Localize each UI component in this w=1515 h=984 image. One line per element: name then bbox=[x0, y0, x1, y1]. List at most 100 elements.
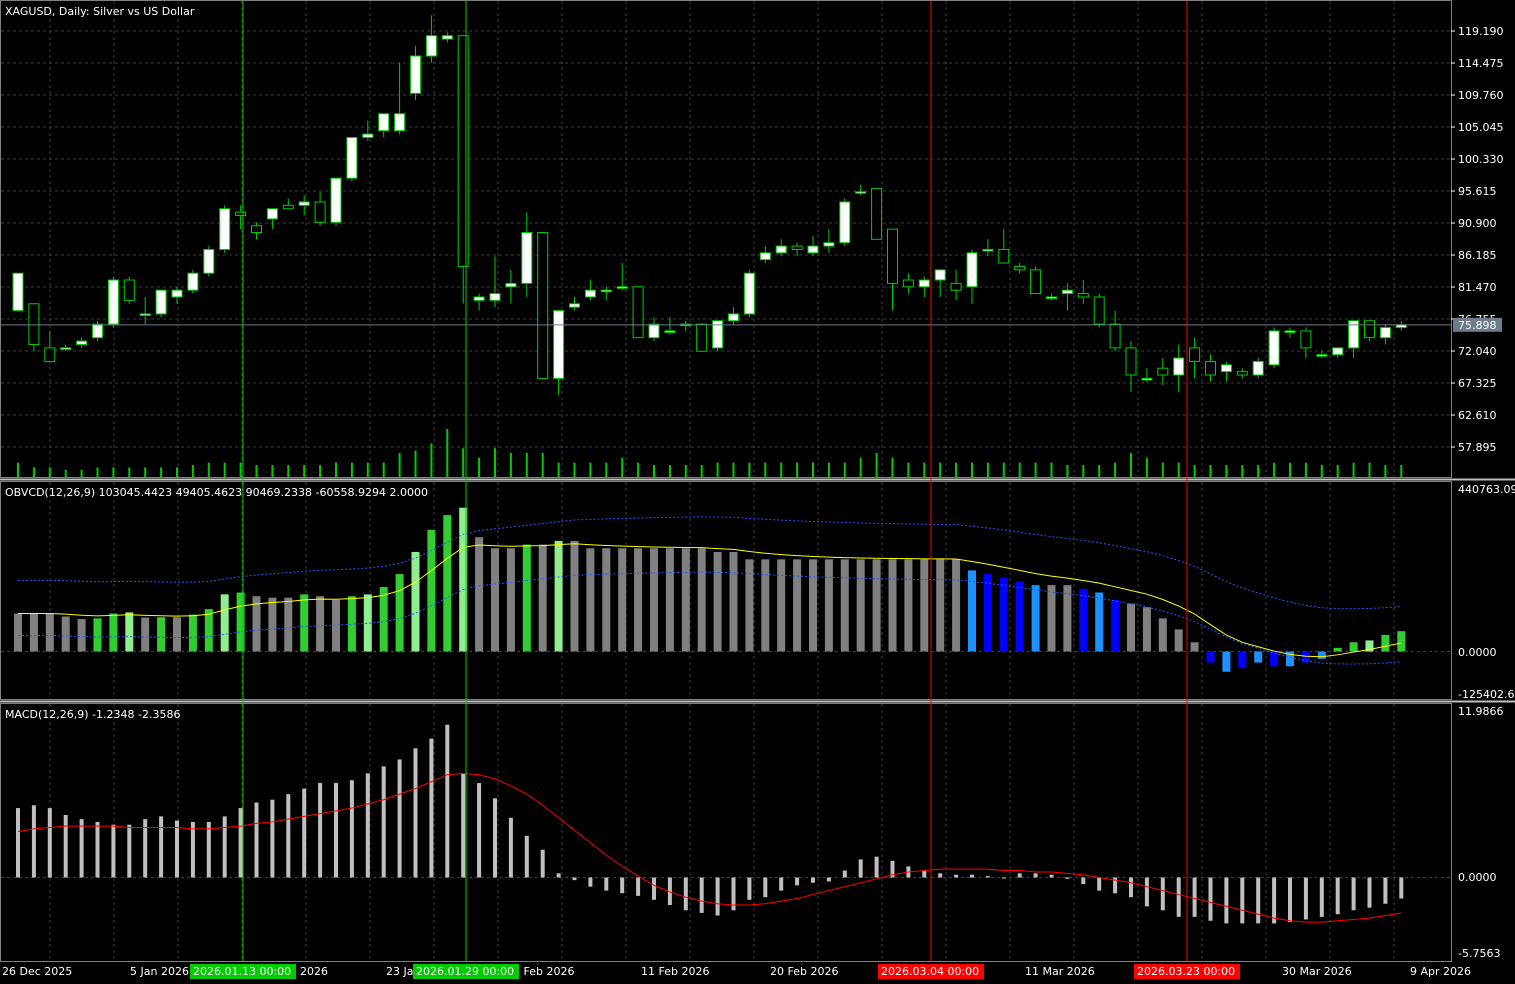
current-price-label: 75.898 bbox=[1458, 319, 1497, 332]
candle-body bbox=[632, 286, 644, 339]
price-tick-label: 95.615 bbox=[1458, 185, 1497, 198]
candle-body bbox=[410, 55, 421, 94]
macd-bar bbox=[461, 773, 466, 878]
macd-bar bbox=[588, 877, 593, 887]
candle-body bbox=[1189, 347, 1201, 362]
macd-bar bbox=[715, 877, 720, 916]
candle-body bbox=[775, 245, 787, 254]
obvcd-bar bbox=[1206, 651, 1215, 663]
macd-bar bbox=[254, 802, 259, 878]
obvcd-bar bbox=[491, 548, 499, 652]
macd-histogram bbox=[16, 724, 1404, 924]
time-marker-label: 2026.01.29 00:00 bbox=[416, 965, 514, 978]
candle-body bbox=[537, 232, 549, 379]
obvcd-bar bbox=[125, 612, 134, 652]
macd-bar bbox=[572, 877, 577, 881]
candle-body bbox=[950, 282, 962, 291]
macd-bar bbox=[1367, 877, 1372, 908]
obvcd-axis[interactable]: 440763.09 0.0000 -125402.6 bbox=[1458, 483, 1515, 701]
obvcd-bar bbox=[840, 559, 849, 652]
candle-body bbox=[807, 245, 819, 254]
price-tick-label: 90.900 bbox=[1458, 217, 1497, 230]
obvcd-panel-frame bbox=[0, 481, 1452, 700]
macd-bar bbox=[159, 816, 164, 878]
obvcd-bar bbox=[1174, 629, 1183, 652]
macd-bar bbox=[1160, 877, 1165, 911]
candle-body bbox=[871, 187, 883, 240]
candle-body bbox=[76, 340, 88, 345]
obvcd-bar bbox=[1158, 618, 1167, 652]
candle-body bbox=[1030, 269, 1042, 295]
time-axis-label: 20 Feb 2026 bbox=[770, 965, 838, 978]
price-tick-label: 57.895 bbox=[1458, 441, 1497, 454]
candle-body bbox=[696, 323, 708, 352]
price-tick-label: 86.185 bbox=[1458, 249, 1497, 262]
macd-bar bbox=[95, 821, 100, 878]
time-axis-label: 11 Feb 2026 bbox=[641, 965, 709, 978]
obvcd-bar bbox=[411, 551, 420, 652]
obvcd-bar bbox=[109, 613, 118, 652]
macd-bar bbox=[286, 794, 291, 878]
obvcd-title: OBVCD(12,26,9) 103045.4423 49405.4623 90… bbox=[5, 486, 428, 499]
candle-body bbox=[1125, 347, 1137, 376]
candle-body bbox=[584, 289, 596, 298]
macd-bar bbox=[270, 799, 275, 878]
obvcd-bar bbox=[1111, 599, 1120, 652]
candle-body bbox=[505, 282, 517, 288]
obvcd-bar bbox=[618, 548, 627, 652]
obvcd-bar bbox=[777, 559, 786, 652]
obvcd-bar bbox=[1254, 651, 1263, 663]
obvcd-bar bbox=[920, 559, 929, 652]
macd-bar bbox=[47, 808, 52, 878]
obvcd-bar bbox=[427, 529, 436, 652]
candle-body bbox=[394, 113, 406, 132]
candle-body bbox=[1316, 354, 1328, 357]
macd-bar bbox=[556, 873, 561, 878]
macd-bar bbox=[1272, 877, 1277, 924]
candle-body bbox=[457, 35, 469, 267]
candle-body bbox=[998, 248, 1010, 264]
macd-bar bbox=[652, 877, 656, 900]
obvcd-bar bbox=[29, 613, 38, 652]
candle-body bbox=[966, 252, 978, 288]
candle-body bbox=[934, 269, 946, 281]
macd-bar bbox=[699, 877, 704, 913]
time-axis-label: 3 Feb 2026 bbox=[513, 965, 574, 978]
macd-bar bbox=[620, 877, 625, 894]
macd-bar bbox=[238, 808, 243, 878]
macd-bar bbox=[63, 814, 68, 878]
candle-body bbox=[839, 201, 851, 244]
macd-bar bbox=[1144, 877, 1149, 907]
macd-bar bbox=[985, 876, 990, 878]
obvcd-bar bbox=[538, 544, 547, 652]
obvcd-bar bbox=[1127, 603, 1135, 652]
price-tick-label: 109.760 bbox=[1458, 89, 1504, 102]
obvcd-tick-label: -125402.6 bbox=[1458, 688, 1514, 701]
time-axis[interactable]: 26 Dec 20255 Jan 202614 Jan 202623 Jan 2… bbox=[2, 964, 1471, 979]
candle-body bbox=[664, 330, 676, 333]
obvcd-bar bbox=[729, 551, 738, 652]
price-panel-frame bbox=[0, 0, 1452, 478]
trading-chart[interactable]: XAGUSD, Daily: Silver vs US Dollar OBVCD… bbox=[0, 0, 1515, 984]
macd-axis[interactable]: 11.9866 0.0000 -5.7563 bbox=[1458, 705, 1504, 960]
candle-body bbox=[473, 296, 485, 301]
obvcd-bar bbox=[983, 574, 992, 652]
macd-bar bbox=[1176, 877, 1181, 917]
obvcd-bar bbox=[586, 548, 595, 652]
price-tick-label: 67.325 bbox=[1458, 377, 1497, 390]
price-axis[interactable]: 119.190 114.475 109.760 105.045 100.330 95.61… bbox=[1451, 25, 1504, 454]
obvcd-bar bbox=[1142, 607, 1151, 652]
candle-body bbox=[1236, 371, 1248, 376]
candle-body bbox=[1332, 347, 1344, 356]
macd-bar bbox=[1335, 877, 1340, 915]
candle-body bbox=[743, 272, 755, 315]
obvcd-bar bbox=[681, 548, 690, 652]
macd-panel-frame bbox=[0, 703, 1452, 962]
obvcd-bar bbox=[952, 559, 961, 652]
candle-body bbox=[823, 242, 835, 247]
macd-bar bbox=[1383, 877, 1388, 904]
obvcd-bar bbox=[14, 613, 22, 652]
candle-body bbox=[1252, 360, 1264, 376]
candle-body bbox=[266, 208, 278, 220]
candle-body bbox=[489, 293, 501, 301]
